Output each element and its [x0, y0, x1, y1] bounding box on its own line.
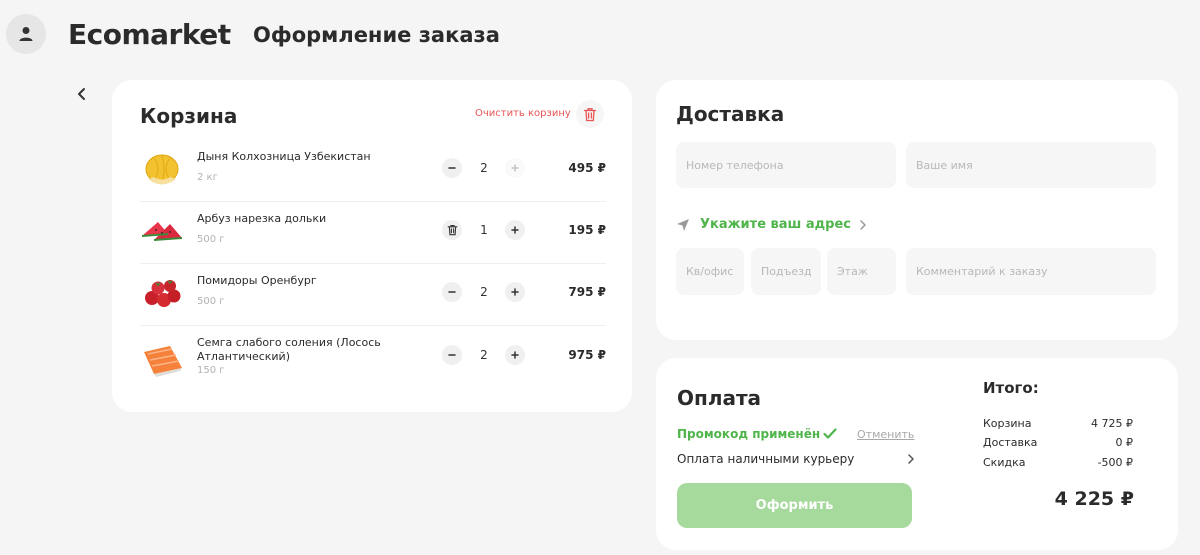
plus-icon [511, 288, 519, 296]
chevron-right-icon [908, 454, 914, 464]
user-icon [19, 27, 33, 41]
chevron-right-icon [860, 219, 866, 230]
item-qty: 2 [480, 348, 488, 362]
apartment-input[interactable] [676, 248, 744, 295]
cart-item: Помидоры Оренбург 500 г 2 795 ₽ [140, 264, 606, 326]
decrease-qty-button[interactable] [442, 158, 462, 178]
summary-row: Доставка 0 ₽ [983, 436, 1133, 449]
item-qty: 2 [480, 161, 488, 175]
header: Ecomarket Оформление заказа [0, 0, 1200, 70]
melon-image [145, 154, 179, 185]
logo[interactable]: Ecomarket [68, 18, 231, 51]
item-weight: 2 кг [197, 172, 218, 183]
cart-item: Семга слабого соления (Лосось Атлантичес… [140, 326, 606, 396]
cancel-promo-link[interactable]: Отменить [857, 428, 914, 441]
delivery-card: Доставка Укажите ваш адрес [656, 80, 1178, 340]
increase-qty-button[interactable] [505, 345, 525, 365]
minus-icon [448, 291, 456, 293]
decrease-qty-button[interactable] [442, 282, 462, 302]
location-arrow-icon [677, 218, 689, 231]
salmon-image [144, 346, 182, 377]
payment-title: Оплата [677, 386, 762, 410]
grand-total: 4 225 ₽ [1054, 488, 1134, 510]
remove-item-button[interactable] [442, 220, 462, 240]
back-button[interactable] [70, 82, 94, 106]
trash-icon [447, 224, 457, 236]
watermelon-image [141, 222, 183, 241]
minus-icon [448, 167, 456, 169]
item-name[interactable]: Дыня Колхозница Узбекистан [197, 150, 397, 164]
page-title: Оформление заказа [253, 23, 500, 47]
promo-applied-label: Промокод применён [677, 427, 821, 441]
tomatoes-image [145, 280, 181, 307]
summary-label: Доставка [983, 436, 1038, 449]
item-weight: 500 г [197, 234, 225, 245]
summary-label: Скидка [983, 456, 1026, 469]
item-qty: 1 [480, 223, 488, 237]
trash-icon [583, 107, 597, 121]
summary-row: Корзина 4 725 ₽ [983, 417, 1133, 430]
payment-card: Оплата Промокод применён Отменить Оплата… [656, 358, 1178, 550]
name-input[interactable] [906, 142, 1156, 188]
item-price: 975 ₽ [568, 348, 606, 362]
promo-status: Промокод применён [677, 427, 837, 441]
profile-button[interactable] [6, 14, 46, 54]
submit-order-button[interactable]: Оформить [677, 483, 912, 528]
increase-qty-button[interactable] [505, 282, 525, 302]
plus-icon [511, 226, 519, 234]
item-name[interactable]: Помидоры Оренбург [197, 274, 397, 288]
summary-value: 4 725 ₽ [1091, 417, 1133, 430]
cart-card: Корзина Очистить корзину Дыня Колхозница… [112, 80, 632, 412]
comment-input[interactable] [906, 248, 1156, 295]
item-price: 495 ₽ [568, 161, 606, 175]
payment-method-label: Оплата наличными курьеру [677, 452, 855, 466]
minus-icon [448, 354, 456, 356]
payment-method-selector[interactable]: Оплата наличными курьеру [677, 452, 915, 466]
item-price: 195 ₽ [568, 223, 606, 237]
delivery-title: Доставка [676, 102, 785, 126]
summary-label: Корзина [983, 417, 1032, 430]
item-weight: 150 г [197, 365, 225, 376]
check-icon [823, 428, 837, 439]
increase-qty-button[interactable] [505, 158, 525, 178]
summary-title: Итого: [983, 379, 1039, 397]
cart-title: Корзина [140, 104, 238, 128]
clear-cart-link[interactable]: Очистить корзину [475, 108, 571, 119]
floor-input[interactable] [827, 248, 896, 295]
plus-icon [511, 351, 519, 359]
chevron-left-icon [78, 88, 85, 100]
phone-input[interactable] [676, 142, 896, 188]
increase-qty-button[interactable] [505, 220, 525, 240]
clear-cart-button[interactable] [576, 100, 604, 128]
item-qty: 2 [480, 285, 488, 299]
cart-item: Арбуз нарезка дольки 500 г 1 195 ₽ [140, 202, 606, 264]
item-weight: 500 г [197, 296, 225, 307]
address-selector[interactable]: Укажите ваш адрес [676, 217, 867, 232]
summary-row: Скидка -500 ₽ [983, 456, 1133, 469]
plus-icon [511, 164, 519, 172]
item-price: 795 ₽ [568, 285, 606, 299]
address-label: Укажите ваш адрес [700, 217, 851, 232]
summary-value: -500 ₽ [1097, 456, 1133, 469]
cart-item: Дыня Колхозница Узбекистан 2 кг 2 495 ₽ [140, 140, 606, 202]
summary-value: 0 ₽ [1115, 436, 1134, 449]
item-name[interactable]: Семга слабого соления (Лосось Атлантичес… [197, 336, 397, 364]
item-name[interactable]: Арбуз нарезка дольки [197, 212, 397, 226]
entrance-input[interactable] [751, 248, 821, 295]
decrease-qty-button[interactable] [442, 345, 462, 365]
